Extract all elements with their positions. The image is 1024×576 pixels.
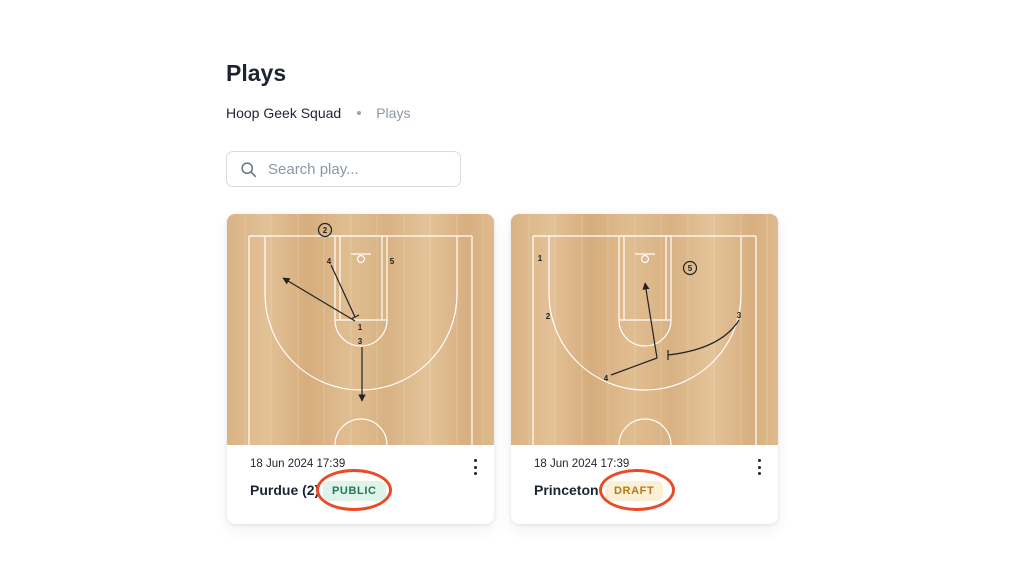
breadcrumb-current: Plays [376,105,411,121]
search-box[interactable] [226,151,461,187]
more-vertical-icon[interactable] [754,458,764,476]
court-label: 4 [604,374,609,383]
status-badge: DRAFT [605,481,664,501]
court-label: 2 [323,226,328,235]
page-title: Plays [226,60,287,86]
play-card[interactable]: 2 4 5 1 3 18 Jun 2024 17:39 Purdue (2) P… [227,214,494,524]
status-badge: PUBLIC [323,481,386,501]
court-label: 5 [390,257,395,266]
court-label: 2 [546,312,551,321]
court-label: 3 [358,337,363,346]
court-label: 1 [538,254,543,263]
play-diagram-thumbnail[interactable]: 1 5 2 3 4 [511,214,778,445]
play-name[interactable]: Princeton [534,482,599,498]
breadcrumb: Hoop Geek Squad Plays [226,105,410,121]
play-name[interactable]: Purdue (2) [250,482,319,498]
breadcrumb-separator [357,111,362,115]
court-label: 4 [327,257,332,266]
search-input[interactable] [266,159,450,179]
court-label: 5 [688,264,693,273]
more-vertical-icon[interactable] [470,458,480,476]
search-icon [241,161,257,177]
play-date: 18 Jun 2024 17:39 [534,458,630,470]
breadcrumb-team-link[interactable]: Hoop Geek Squad [226,105,341,121]
play-diagram-thumbnail[interactable]: 2 4 5 1 3 [227,214,494,445]
play-card[interactable]: 1 5 2 3 4 18 Jun 2024 17:39 Princeton DR… [511,214,778,524]
court-label: 1 [358,323,363,332]
play-date: 18 Jun 2024 17:39 [250,458,346,470]
court-label: 3 [737,311,742,320]
